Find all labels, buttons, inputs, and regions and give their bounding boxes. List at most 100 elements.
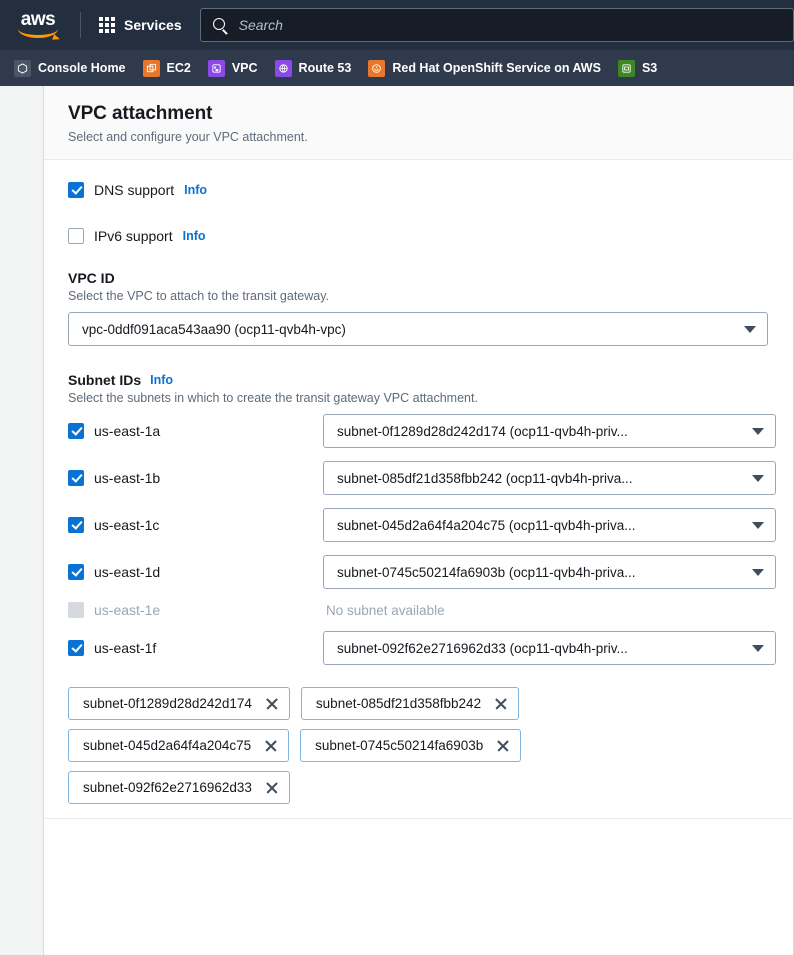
subnet-row: us-east-1a subnet-0f1289d28d242d174 (ocp… bbox=[68, 414, 769, 448]
subnet-token-label: subnet-085df21d358fbb242 bbox=[316, 696, 481, 711]
subnet-ids-description: Select the subnets in which to create th… bbox=[68, 391, 769, 405]
subnet-selected-value: subnet-092f62e2716962d33 (ocp11-qvb4h-pr… bbox=[337, 641, 628, 656]
vpc-id-select[interactable]: vpc-0ddf091aca543aa90 (ocp11-qvb4h-vpc) bbox=[68, 312, 768, 346]
subnet-select-us-east-1a[interactable]: subnet-0f1289d28d242d174 (ocp11-qvb4h-pr… bbox=[323, 414, 776, 448]
dns-support-label: DNS support bbox=[94, 182, 174, 198]
route53-icon bbox=[275, 60, 292, 77]
subnet-az-cell: us-east-1e bbox=[68, 602, 323, 618]
subnet-selected-value: subnet-085df21d358fbb242 (ocp11-qvb4h-pr… bbox=[337, 471, 632, 486]
subnet-checkbox-us-east-1c[interactable] bbox=[68, 517, 84, 533]
subnet-az-label: us-east-1f bbox=[94, 640, 156, 656]
main-content-column: VPC attachment Select and configure your… bbox=[44, 86, 794, 955]
chevron-down-icon bbox=[752, 645, 764, 652]
selected-subnet-tokens: subnet-0f1289d28d242d174 subnet-085df21d… bbox=[68, 687, 654, 804]
s3-icon bbox=[618, 60, 635, 77]
subnet-row: us-east-1e No subnet available bbox=[68, 602, 769, 618]
subnet-selected-value: subnet-0745c50214fa6903b (ocp11-qvb4h-pr… bbox=[337, 565, 635, 580]
subnet-token: subnet-092f62e2716962d33 bbox=[68, 771, 290, 804]
chevron-down-icon bbox=[752, 569, 764, 576]
form-bottom-divider bbox=[44, 818, 793, 819]
ec2-icon bbox=[143, 60, 160, 77]
dns-support-info-link[interactable]: Info bbox=[184, 183, 207, 197]
grid-menu-icon bbox=[99, 17, 115, 33]
subnet-row: us-east-1d subnet-0745c50214fa6903b (ocp… bbox=[68, 555, 769, 589]
subnet-token: subnet-085df21d358fbb242 bbox=[301, 687, 519, 720]
vpc-id-description: Select the VPC to attach to the transit … bbox=[68, 289, 769, 303]
subnet-selected-value: subnet-045d2a64f4a204c75 (ocp11-qvb4h-pr… bbox=[337, 518, 635, 533]
subnet-token: subnet-045d2a64f4a204c75 bbox=[68, 729, 289, 762]
ipv6-support-checkbox[interactable] bbox=[68, 228, 84, 244]
console-body: VPC attachment Select and configure your… bbox=[0, 86, 794, 955]
rosa-icon bbox=[368, 60, 385, 77]
left-navigation-rail[interactable] bbox=[0, 86, 44, 955]
ipv6-support-label: IPv6 support bbox=[94, 228, 173, 244]
page-subtitle: Select and configure your VPC attachment… bbox=[68, 130, 769, 144]
chevron-down-icon bbox=[752, 428, 764, 435]
dns-support-checkbox[interactable] bbox=[68, 182, 84, 198]
service-shortcut-label: S3 bbox=[642, 61, 657, 75]
service-shortcut-ec2[interactable]: EC2 bbox=[143, 60, 191, 77]
subnet-select-us-east-1b[interactable]: subnet-085df21d358fbb242 (ocp11-qvb4h-pr… bbox=[323, 461, 776, 495]
service-shortcut-rosa[interactable]: Red Hat OpenShift Service on AWS bbox=[368, 60, 601, 77]
subnet-az-label: us-east-1a bbox=[94, 423, 160, 439]
global-search-box[interactable]: Search [Option+S] bbox=[200, 8, 794, 42]
subnet-az-label: us-east-1b bbox=[94, 470, 160, 486]
close-icon[interactable] bbox=[496, 739, 510, 753]
subnet-checkbox-us-east-1b[interactable] bbox=[68, 470, 84, 486]
subnet-select-us-east-1d[interactable]: subnet-0745c50214fa6903b (ocp11-qvb4h-pr… bbox=[323, 555, 776, 589]
ipv6-support-info-link[interactable]: Info bbox=[183, 229, 206, 243]
service-shortcut-console-home[interactable]: Console Home bbox=[14, 60, 126, 77]
subnet-token-label: subnet-045d2a64f4a204c75 bbox=[83, 738, 251, 753]
subnet-az-cell: us-east-1b bbox=[68, 470, 323, 486]
subnet-token-label: subnet-092f62e2716962d33 bbox=[83, 780, 252, 795]
subnet-selected-value: subnet-0f1289d28d242d174 (ocp11-qvb4h-pr… bbox=[337, 424, 628, 439]
service-shortcut-bar: Console Home EC2 VPC Route 53 Red Hat Op bbox=[0, 50, 794, 86]
subnet-ids-label-text: Subnet IDs bbox=[68, 372, 141, 388]
subnet-row: us-east-1c subnet-045d2a64f4a204c75 (ocp… bbox=[68, 508, 769, 542]
nav-divider bbox=[80, 12, 81, 38]
subnet-ids-label: Subnet IDs Info bbox=[68, 372, 769, 388]
subnet-select-us-east-1c[interactable]: subnet-045d2a64f4a204c75 (ocp11-qvb4h-pr… bbox=[323, 508, 776, 542]
subnet-ids-info-link[interactable]: Info bbox=[150, 373, 173, 387]
subnet-token-label: subnet-0745c50214fa6903b bbox=[315, 738, 483, 753]
vpc-id-label: VPC ID bbox=[68, 270, 769, 286]
search-input-placeholder: Search bbox=[239, 17, 283, 33]
service-shortcut-label: Red Hat OpenShift Service on AWS bbox=[392, 61, 601, 75]
subnet-token: subnet-0745c50214fa6903b bbox=[300, 729, 521, 762]
service-shortcut-label: VPC bbox=[232, 61, 258, 75]
subnet-checkbox-us-east-1d[interactable] bbox=[68, 564, 84, 580]
vpc-attachment-form: DNS support Info IPv6 support Info VPC I… bbox=[44, 160, 793, 955]
aws-logo[interactable]: aws bbox=[14, 10, 62, 40]
subnet-checkbox-us-east-1f[interactable] bbox=[68, 640, 84, 656]
vpc-id-selected-value: vpc-0ddf091aca543aa90 (ocp11-qvb4h-vpc) bbox=[82, 322, 346, 337]
vpc-attachment-card-header: VPC attachment Select and configure your… bbox=[44, 86, 793, 160]
service-shortcut-s3[interactable]: S3 bbox=[618, 60, 657, 77]
subnet-az-label: us-east-1e bbox=[94, 602, 160, 618]
service-shortcut-label: EC2 bbox=[167, 61, 191, 75]
aws-logo-smile-icon bbox=[18, 29, 58, 38]
subnet-az-label: us-east-1d bbox=[94, 564, 160, 580]
aws-logo-text: aws bbox=[21, 11, 55, 29]
dns-support-row: DNS support Info bbox=[68, 182, 769, 198]
subnet-select-us-east-1f[interactable]: subnet-092f62e2716962d33 (ocp11-qvb4h-pr… bbox=[323, 631, 776, 665]
close-icon[interactable] bbox=[265, 697, 279, 711]
subnet-checkbox-us-east-1e bbox=[68, 602, 84, 618]
close-icon[interactable] bbox=[264, 739, 278, 753]
subnet-az-cell: us-east-1a bbox=[68, 423, 323, 439]
service-shortcut-vpc[interactable]: VPC bbox=[208, 60, 258, 77]
subnet-checkbox-us-east-1a[interactable] bbox=[68, 423, 84, 439]
page-title: VPC attachment bbox=[68, 103, 769, 125]
no-subnet-available-text: No subnet available bbox=[323, 603, 445, 618]
console-home-icon bbox=[14, 60, 31, 77]
subnet-az-cell: us-east-1c bbox=[68, 517, 323, 533]
subnet-row: us-east-1f subnet-092f62e2716962d33 (ocp… bbox=[68, 631, 769, 665]
subnet-token-label: subnet-0f1289d28d242d174 bbox=[83, 696, 252, 711]
services-menu-button[interactable]: Services bbox=[95, 11, 186, 39]
vpc-icon bbox=[208, 60, 225, 77]
search-icon bbox=[213, 18, 228, 33]
close-icon[interactable] bbox=[494, 697, 508, 711]
close-icon[interactable] bbox=[265, 781, 279, 795]
services-menu-label: Services bbox=[124, 17, 182, 33]
chevron-down-icon bbox=[752, 522, 764, 529]
service-shortcut-route53[interactable]: Route 53 bbox=[275, 60, 352, 77]
